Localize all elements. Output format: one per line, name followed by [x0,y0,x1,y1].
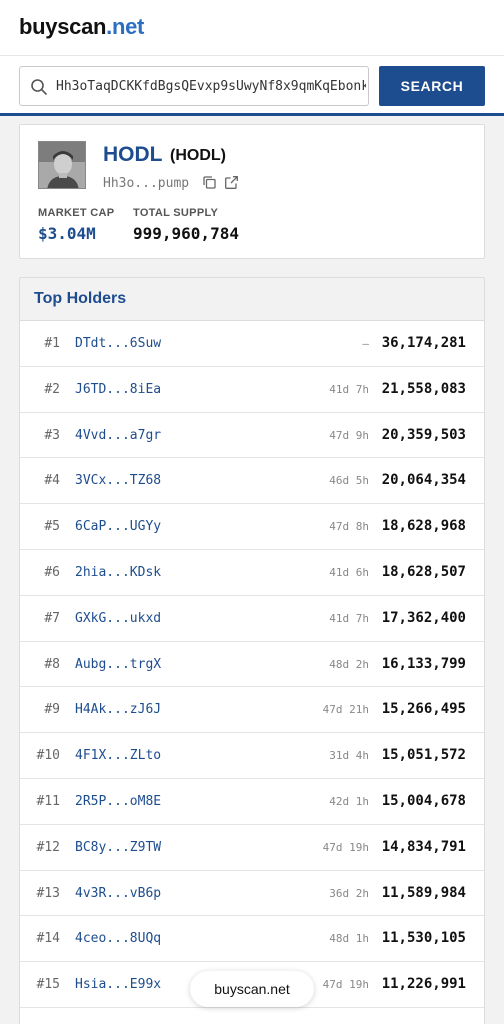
holder-address-link[interactable]: 2hia...KDsk [75,565,161,580]
top-bar: buyscan.net [0,0,504,56]
search-field[interactable] [19,66,369,106]
search-input[interactable] [56,67,366,105]
holder-amount: 16,133,799 [381,655,466,672]
top-holders-title: Top Holders [34,290,127,307]
logo-text-primary: buyscan [19,14,107,39]
footer-site-pill[interactable]: buyscan.net [190,971,314,1007]
holder-age: 31d 4h [329,749,369,763]
external-link-icon[interactable] [224,175,239,190]
holder-amount: 11,226,991 [381,976,466,993]
holder-amount: 15,004,678 [381,792,466,809]
search-bar: SEARCH [0,56,504,116]
holder-rank: #4 [44,473,60,489]
holder-rank: #11 [36,793,60,809]
holder-rank: #10 [36,748,60,764]
holder-age: 47d 19h [322,978,369,992]
holder-row[interactable]: #2 J6TD...8iEa 41d 7h 21,558,083 [20,367,484,413]
holder-age: 46d 5h [329,474,369,488]
holder-address-link[interactable]: Hsia...E99x [75,977,161,992]
holder-row[interactable]: #14 4ceo...8UQq 48d 1h 11,530,105 [20,916,484,963]
holder-address-link[interactable]: H4Ak...zJ6J [75,702,161,717]
holder-address-link[interactable]: 3VCx...TZ68 [75,473,161,488]
holder-row[interactable]: #8 Aubg...trgX 48d 2h 16,133,799 [20,642,484,688]
holder-amount: 14,834,791 [381,838,466,855]
market-cap-label: MARKET CAP [38,207,115,219]
holder-amount: 21,558,083 [381,380,466,397]
holder-row[interactable]: #9 H4Ak...zJ6J 47d 21h 15,266,495 [20,687,484,734]
holder-row[interactable]: #10 4F1X...ZLto 31d 4h 15,051,572 [20,733,484,779]
holder-address-link[interactable]: DTdt...6Suw [75,336,161,351]
holder-row[interactable]: #7 GXkG...ukxd 41d 7h 17,362,400 [20,596,484,642]
holder-amount: 18,628,968 [381,518,466,535]
holder-row[interactable]: #4 3VCx...TZ68 46d 5h 20,064,354 [20,458,484,505]
holder-age: 47d 19h [322,840,369,854]
holder-address-link[interactable]: 6CaP...UGYy [75,519,161,534]
logo-text-domain: .net [106,14,145,39]
holder-amount: 15,051,572 [381,747,466,764]
holder-age: 48d 2h [329,657,369,671]
holder-age: 42d 1h [329,794,369,808]
holder-address-link[interactable]: 4F1X...ZLto [75,748,161,763]
holder-rank: #1 [44,336,60,351]
search-icon [31,79,47,95]
holder-age: 41d 7h [329,611,369,625]
holder-row[interactable]: #12 BC8y...Z9TW 47d 19h 14,834,791 [20,825,484,871]
holder-rank: #2 [44,381,60,397]
total-supply-label: TOTAL SUPPLY [133,207,219,219]
holder-amount: 20,064,354 [381,472,466,489]
holder-rank: #8 [44,656,60,672]
holder-amount: 11,589,984 [381,884,466,901]
holder-amount: 17,362,400 [381,609,466,626]
holder-rank: #3 [44,427,60,443]
holder-rank: #15 [36,977,60,993]
holder-rank: #12 [36,839,60,855]
token-avatar [38,141,86,189]
holder-age: 48d 1h [329,932,369,946]
holder-address-link[interactable]: 4v3R...vB6p [75,886,161,901]
holder-rank: #13 [36,885,60,901]
total-supply-value: 999,960,784 [133,224,239,243]
top-holders-card: Top Holders #1 DTdt...6Suw –36,174,281 #2 J6… [19,277,485,1024]
holder-amount: 18,628,507 [381,563,466,580]
holder-row[interactable]: #5 6CaP...UGYy 47d 8h 18,628,968 [20,504,484,550]
token-card: HODL (HODL) Hh3o...pump MARKET CAP $3.04… [19,124,485,259]
token-address: Hh3o...pump [103,176,190,191]
holder-address-link[interactable]: BC8y...Z9TW [75,840,161,855]
holder-address-link[interactable]: J6TD...8iEa [75,382,161,397]
holder-address-link[interactable]: 4Vvd...a7gr [75,428,161,443]
holder-age: – [362,337,369,350]
holder-age: 47d 21h [322,703,369,717]
holder-age: 41d 6h [329,565,369,579]
holder-row[interactable]: #6 2hia...KDsk 41d 6h 18,628,507 [20,550,484,596]
holder-row[interactable]: #11 2R5P...oM8E 42d 1h 15,004,678 [20,779,484,825]
search-button[interactable]: SEARCH [379,66,485,106]
holder-rank: #6 [44,564,60,580]
holder-age: 47d 8h [329,520,369,534]
holder-rank: #7 [44,610,60,626]
holder-age: 41d 7h [329,382,369,396]
copy-icon[interactable] [202,175,217,190]
market-cap-value: $3.04M [38,224,96,243]
holder-age: 47d 9h [329,428,369,442]
token-name: HODL [103,143,163,166]
top-holders-header: Top Holders [20,278,484,321]
holder-rank: #5 [44,519,60,535]
holder-row[interactable]: #13 4v3R...vB6p 36d 2h 11,589,984 [20,871,484,917]
token-symbol: (HODL) [170,147,226,164]
holder-rank: #14 [36,931,60,947]
holders-list: #1 DTdt...6Suw –36,174,281 #2 J6TD...8iEa 41d… [20,321,484,1008]
holder-amount: 15,266,495 [381,701,466,718]
holder-amount: 36,174,281 [381,335,466,351]
holder-address-link[interactable]: 4ceo...8UQq [75,931,161,946]
holder-row[interactable]: #1 DTdt...6Suw –36,174,281 [20,321,484,367]
holder-amount: 11,530,105 [381,930,466,947]
holder-amount: 20,359,503 [381,426,466,443]
holder-row[interactable]: #3 4Vvd...a7gr 47d 9h 20,359,503 [20,413,484,459]
holder-address-link[interactable]: Aubg...trgX [75,657,161,672]
holder-rank: #9 [44,702,60,718]
holder-address-link[interactable]: 2R5P...oM8E [75,794,161,809]
holder-age: 36d 2h [329,886,369,900]
holder-address-link[interactable]: GXkG...ukxd [75,611,161,626]
site-logo[interactable]: buyscan.net [19,14,144,40]
